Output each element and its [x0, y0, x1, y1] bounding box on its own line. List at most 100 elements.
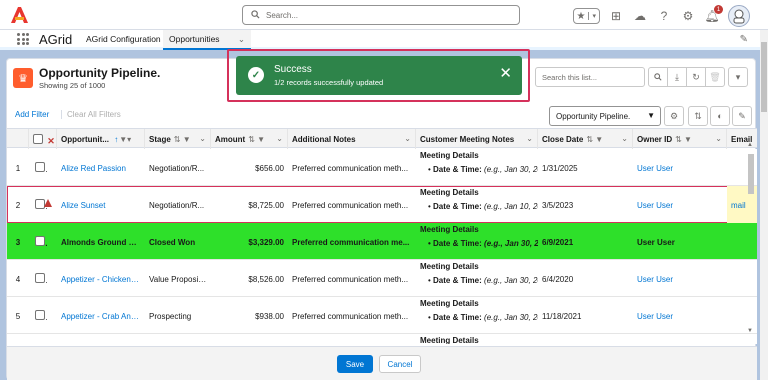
favorites-button[interactable]: ★ ▾	[572, 8, 600, 24]
sort-asc-icon[interactable]: ↑	[114, 135, 118, 144]
row-checkbox[interactable]	[35, 273, 45, 283]
close-icon[interactable]: ✕	[499, 64, 512, 82]
view-selector[interactable]: Opportunity Pipeline. ▼	[549, 106, 661, 126]
column-header-owner-id[interactable]: Owner ID ⇅ ▼ ⌄	[633, 129, 727, 149]
chevron-down-icon[interactable]: ▾	[588, 12, 599, 20]
select-all-checkbox[interactable]	[33, 134, 43, 144]
amount-cell[interactable]: $3,329.00	[211, 223, 288, 260]
stage-cell[interactable]: Closed Won	[145, 223, 211, 260]
meeting-notes-cell[interactable]: Meeting Details • Date & Time: (e.g., Jan…	[416, 262, 538, 297]
row-checkbox[interactable]	[35, 310, 45, 320]
filter-icon[interactable]: ◐	[710, 106, 730, 126]
scroll-up-icon[interactable]: ▲	[747, 142, 753, 148]
additional-notes-cell[interactable]: Preferred communication meth...	[288, 297, 416, 334]
stage-cell[interactable]: Negotiation/R...	[145, 186, 211, 223]
chevron-down-icon[interactable]: ⌄	[199, 134, 206, 143]
owner-link[interactable]: User User	[633, 223, 727, 260]
add-icon[interactable]: ⊞	[608, 8, 624, 24]
owner-link[interactable]: User User	[633, 297, 727, 334]
owner-link[interactable]: User User	[633, 260, 727, 297]
tab-agrid-configuration[interactable]: AGrid Configuration	[86, 34, 161, 44]
stage-cell[interactable]: Value Proposit...	[145, 260, 211, 297]
opportunity-name-link[interactable]: Alize Sunset	[57, 186, 145, 223]
bell-icon[interactable]: 🔔︎ 1	[704, 5, 723, 24]
app-logo[interactable]	[8, 4, 30, 26]
edit-nav-icon[interactable]: ✎	[740, 34, 748, 45]
search-button[interactable]	[648, 67, 668, 87]
chevron-down-icon[interactable]: ⌄	[621, 134, 628, 143]
meeting-notes-cell[interactable]: Meeting Details	[416, 336, 538, 344]
close-date-cell[interactable]: 6/4/2020	[538, 260, 633, 297]
owner-link[interactable]: User User	[633, 186, 727, 223]
column-header-stage[interactable]: Stage ⇅ ▼ ⌄	[145, 129, 211, 149]
delete-icon[interactable]: 🗑︎	[705, 67, 725, 87]
global-search-input[interactable]: Search...	[242, 5, 520, 25]
column-header-close-date[interactable]: Close Date ⇅ ▼ ⌄	[538, 129, 633, 149]
clear-selection-icon[interactable]: ✕	[47, 136, 55, 146]
trailhead-icon[interactable]: ☁	[632, 8, 648, 24]
page-scrollbar[interactable]	[760, 30, 768, 380]
sort-icon[interactable]: ⇅	[688, 106, 708, 126]
chevron-down-icon[interactable]: ⌄	[526, 134, 533, 143]
tab-opportunities[interactable]: Opportunities ⌄	[163, 30, 251, 50]
column-header-amount[interactable]: Amount ⇅ ▼ ⌄	[211, 129, 288, 149]
save-button[interactable]: Save	[337, 355, 373, 373]
row-checkbox[interactable]	[35, 236, 45, 246]
opportunity-name-link[interactable]: Almonds Ground Bl...	[57, 223, 145, 260]
download-icon[interactable]: ⤓	[667, 67, 687, 87]
pin-icon[interactable]: ✎	[732, 106, 752, 126]
meeting-notes-cell[interactable]: Meeting Details • Date & Time: (e.g., Jan…	[416, 299, 538, 334]
clear-all-filters-link[interactable]: Clear All Filters	[61, 110, 121, 119]
add-filter-link[interactable]: Add Filter	[15, 110, 49, 119]
table-row[interactable]: 1 Alize Red Passion Negotiation/R... $656.0…	[7, 149, 757, 186]
scroll-down-icon[interactable]: ▼	[747, 328, 753, 334]
meeting-notes-cell[interactable]: Meeting Details • Date & Time: (e.g., Jan…	[416, 151, 538, 186]
grid-scrollbar[interactable]: ▲ ▼	[747, 142, 755, 334]
additional-notes-cell[interactable]: Preferred communication meth...	[288, 186, 416, 223]
chevron-down-icon[interactable]: ⌄	[238, 34, 245, 45]
meeting-notes-cell[interactable]: Meeting Details • Date & Time: (e.g., Jan…	[416, 225, 538, 260]
cancel-button[interactable]: Cancel	[379, 355, 421, 373]
stage-cell[interactable]: Negotiation/R...	[145, 149, 211, 186]
avatar[interactable]	[728, 5, 750, 27]
app-launcher-icon[interactable]	[17, 33, 29, 45]
page-scrollbar-thumb[interactable]	[761, 42, 767, 112]
close-date-cell[interactable]: 11/18/2021	[538, 297, 633, 334]
column-header-additional-notes[interactable]: Additional Notes ⌄	[288, 129, 416, 149]
opportunity-name-link[interactable]: Appetizer - Chicken S...	[57, 260, 145, 297]
amount-cell[interactable]: $938.00	[211, 297, 288, 334]
close-date-cell[interactable]: 1/31/2025	[538, 149, 633, 186]
more-actions-button[interactable]: ▾	[728, 67, 748, 87]
table-row[interactable]: 4 Appetizer - Chicken S... Value Proposit.…	[7, 260, 757, 297]
list-search-input[interactable]: Search this list...	[535, 67, 645, 87]
chevron-down-icon[interactable]: ⌄	[404, 134, 411, 143]
filter-icon[interactable]: ▼▾	[119, 135, 131, 144]
column-header-opportunity[interactable]: Opportunit... ↑▼▾	[57, 129, 145, 149]
help-icon[interactable]: ?	[656, 8, 672, 24]
table-row[interactable]: 5 Appetizer - Crab And... Prospecting $938.…	[7, 297, 757, 334]
table-row[interactable]: Meeting Details	[7, 334, 757, 344]
row-checkbox[interactable]	[35, 162, 45, 172]
table-row[interactable]: 3 Almonds Ground Bl... Closed Won $3,329.00…	[7, 223, 757, 260]
settings-icon[interactable]: ⚙	[664, 106, 684, 126]
owner-link[interactable]: User User	[633, 149, 727, 186]
additional-notes-cell[interactable]: Preferred communication meth...	[288, 149, 416, 186]
close-date-cell[interactable]: 6/9/2021	[538, 223, 633, 260]
table-row[interactable]: 2 Alize Sunset Negotiation/R... $8,725.00 Pr…	[7, 186, 757, 223]
amount-cell[interactable]: $656.00	[211, 149, 288, 186]
column-header-customer-meeting-notes[interactable]: Customer Meeting Notes ⌄	[416, 129, 538, 149]
additional-notes-cell[interactable]: Preferred communication meth...	[288, 260, 416, 297]
meeting-notes-cell[interactable]: Meeting Details • Date & Time: (e.g., Jan…	[416, 188, 538, 223]
amount-cell[interactable]: $8,725.00	[211, 186, 288, 223]
warning-icon[interactable]	[44, 199, 52, 207]
opportunity-name-link[interactable]: Alize Red Passion	[57, 149, 145, 186]
close-date-cell[interactable]: 3/5/2023	[538, 186, 633, 223]
stage-cell[interactable]: Prospecting	[145, 297, 211, 334]
opportunity-name-link[interactable]: Appetizer - Crab And...	[57, 297, 145, 334]
amount-cell[interactable]: $8,526.00	[211, 260, 288, 297]
additional-notes-cell[interactable]: Preferred communication me...	[288, 223, 416, 260]
gear-icon[interactable]: ⚙	[680, 8, 696, 24]
chevron-down-icon[interactable]: ⌄	[715, 134, 722, 143]
chevron-down-icon[interactable]: ⌄	[276, 134, 283, 143]
scrollbar-thumb[interactable]	[748, 154, 754, 194]
